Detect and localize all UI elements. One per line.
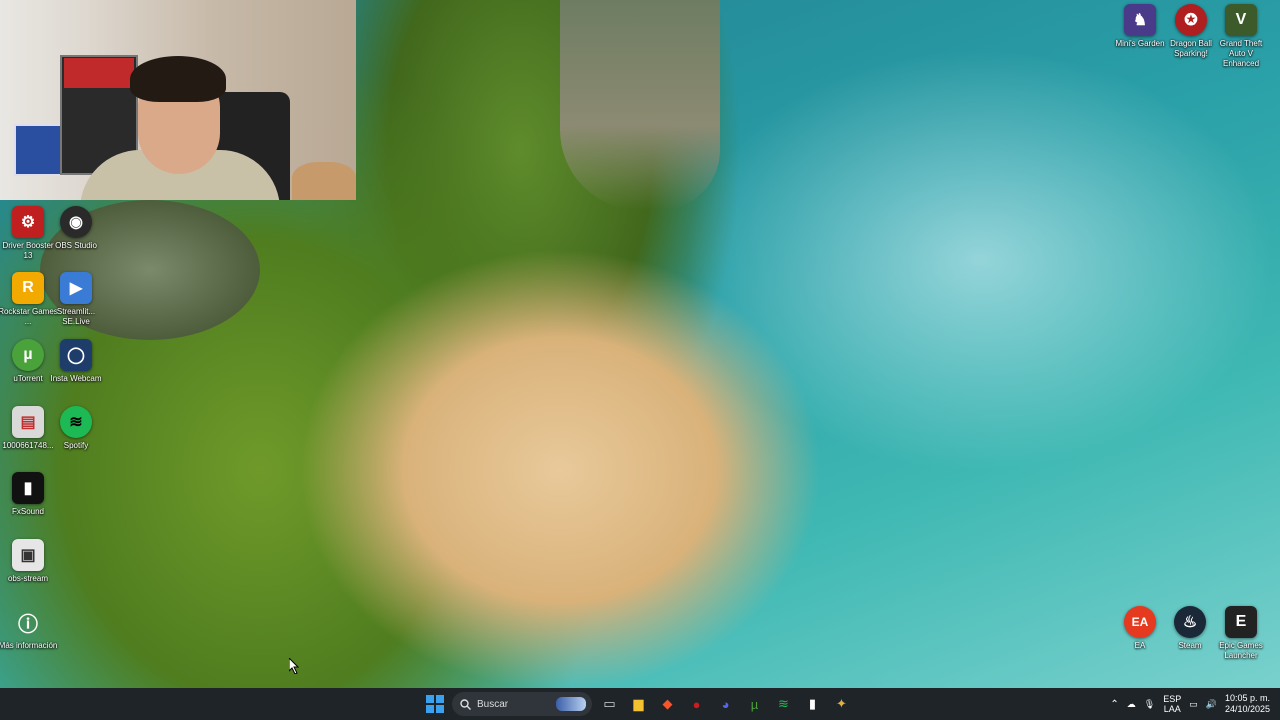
file-icon: ▤ (12, 406, 44, 438)
app-icon: ✦ (836, 696, 847, 711)
search-icon (460, 698, 471, 710)
desktop-icon-label: Spotify (63, 441, 89, 450)
onedrive-icon[interactable]: ☁ (1127, 699, 1136, 710)
desktop-icon-epic[interactable]: E Epic Games Launcher (1213, 606, 1269, 661)
ea-icon: EA (1124, 606, 1156, 638)
desktop-icon-label: Más información (0, 641, 58, 650)
chevron-up-icon[interactable]: ⌃ (1110, 699, 1118, 710)
fxsound-icon: ▮ (12, 472, 44, 504)
search-highlight-image (556, 697, 586, 711)
steam-icon: ♨ (1174, 606, 1206, 638)
spotify-icon: ≋ (60, 406, 92, 438)
desktop-icon-label: OBS Studio (55, 241, 97, 250)
desktop-icon-spotify[interactable]: ≋ Spotify (48, 406, 104, 451)
language-code: ESP (1163, 694, 1182, 704)
taskbar-app-last[interactable]: ✦ (830, 693, 853, 716)
search-placeholder: Buscar (477, 698, 509, 710)
fxsound-icon: ▮ (808, 696, 817, 711)
microphone-icon[interactable]: 🎙 (1144, 699, 1155, 710)
taskbar-fxsound[interactable]: ▮ (801, 693, 824, 716)
clock[interactable]: 10:05 p. m. 24/10/2025 (1225, 693, 1270, 715)
volume-icon[interactable]: 🔊 (1206, 699, 1217, 710)
language-indicator[interactable]: ESP LAA (1163, 694, 1181, 714)
desktop-icon-gta-v[interactable]: V Grand Theft Auto V Enhanced (1213, 4, 1269, 69)
folder-icon: ▆ (633, 696, 644, 711)
webcam-poster-title (64, 58, 134, 88)
desktop-icon-mini-garden[interactable]: ♞ Mini's Garden (1112, 4, 1168, 49)
windows-logo-icon (425, 695, 444, 713)
streamlabs-icon: ▶ (60, 272, 92, 304)
epic-icon: E (1225, 606, 1257, 638)
clock-date: 24/10/2025 (1224, 704, 1270, 714)
taskbar-center: Buscar ▭ ▆ ◆ ● ◕ µ ≋ ▮ ✦ (423, 688, 853, 720)
taskbar-file-explorer[interactable]: ▆ (627, 693, 650, 716)
obs-icon: ◉ (60, 206, 92, 238)
webcam-cat (292, 162, 356, 200)
taskbar: Buscar ▭ ▆ ◆ ● ◕ µ ≋ ▮ ✦ ⌃ ☁ 🎙 ESP LAA ▭… (0, 688, 1280, 720)
desktop-icon-label: Epic Games Launcher (1219, 641, 1263, 660)
desktop-icon-label: Grand Theft Auto V Enhanced (1219, 39, 1263, 68)
system-tray: ⌃ ☁ 🎙 ESP LAA ▭ 🔊 10:05 p. m. 24/10/2025 (1110, 688, 1270, 720)
taskbar-discord[interactable]: ◕ (714, 693, 737, 716)
desktop-icon-label: Insta Webcam (50, 374, 102, 383)
rockstar-icon: R (12, 272, 44, 304)
taskbar-brave[interactable]: ◆ (656, 693, 679, 716)
taskbar-task-view[interactable]: ▭ (598, 693, 621, 716)
taskbar-search[interactable]: Buscar (452, 692, 592, 716)
gta-icon: V (1225, 4, 1257, 36)
keyboard-layout: LAA (1163, 704, 1181, 714)
start-button[interactable] (423, 693, 446, 716)
desktop-icon-steam[interactable]: ♨ Steam (1162, 606, 1218, 651)
taskbar-spotify[interactable]: ≋ (772, 693, 795, 716)
mouse-cursor-icon (289, 658, 299, 674)
webcam-icon: ◯ (60, 339, 92, 371)
webcam-person-hair (130, 56, 226, 102)
desktop-icon-insta-webcam[interactable]: ◯ Insta Webcam (48, 339, 104, 384)
brave-icon: ◆ (662, 696, 673, 711)
discord-icon: ◕ (721, 696, 730, 712)
desktop-icon-mas-informacion[interactable]: ⓘ Más información (0, 606, 58, 651)
dragonball-icon: ✪ (1175, 4, 1207, 36)
desktop-icon-fxsound[interactable]: ▮ FxSound (0, 472, 56, 517)
wallpaper-rock (560, 0, 720, 210)
network-icon[interactable]: ▭ (1189, 699, 1198, 710)
webcam-box (14, 124, 64, 176)
desktop-icon-streamlabs[interactable]: ▶ Streamlit... SE.Live (48, 272, 104, 327)
utorrent-icon: µ (12, 339, 44, 371)
webcam-overlay (0, 0, 356, 200)
info-icon: ⓘ (18, 613, 38, 636)
spotify-icon: ≋ (778, 696, 789, 711)
app-red-icon: ● (692, 696, 701, 712)
shortcut-icon: ▣ (12, 539, 44, 571)
desktop-icon-obs-studio[interactable]: ◉ OBS Studio (48, 206, 104, 251)
clock-time: 10:05 p. m. (1224, 693, 1270, 703)
task-view-icon: ▭ (603, 696, 616, 711)
desktop-icon-label: FxSound (11, 507, 45, 516)
taskbar-utorrent[interactable]: µ (743, 693, 766, 716)
game-icon: ♞ (1124, 4, 1156, 36)
desktop-icon-label: Streamlit... SE.Live (56, 307, 96, 326)
desktop-icon-label: obs-stream (7, 574, 48, 583)
taskbar-app-red[interactable]: ● (685, 693, 708, 716)
gear-icon: ⚙ (12, 206, 44, 238)
desktop-icon-obs-stream[interactable]: ▣ obs-stream (0, 539, 56, 584)
utorrent-icon: µ (750, 696, 759, 712)
